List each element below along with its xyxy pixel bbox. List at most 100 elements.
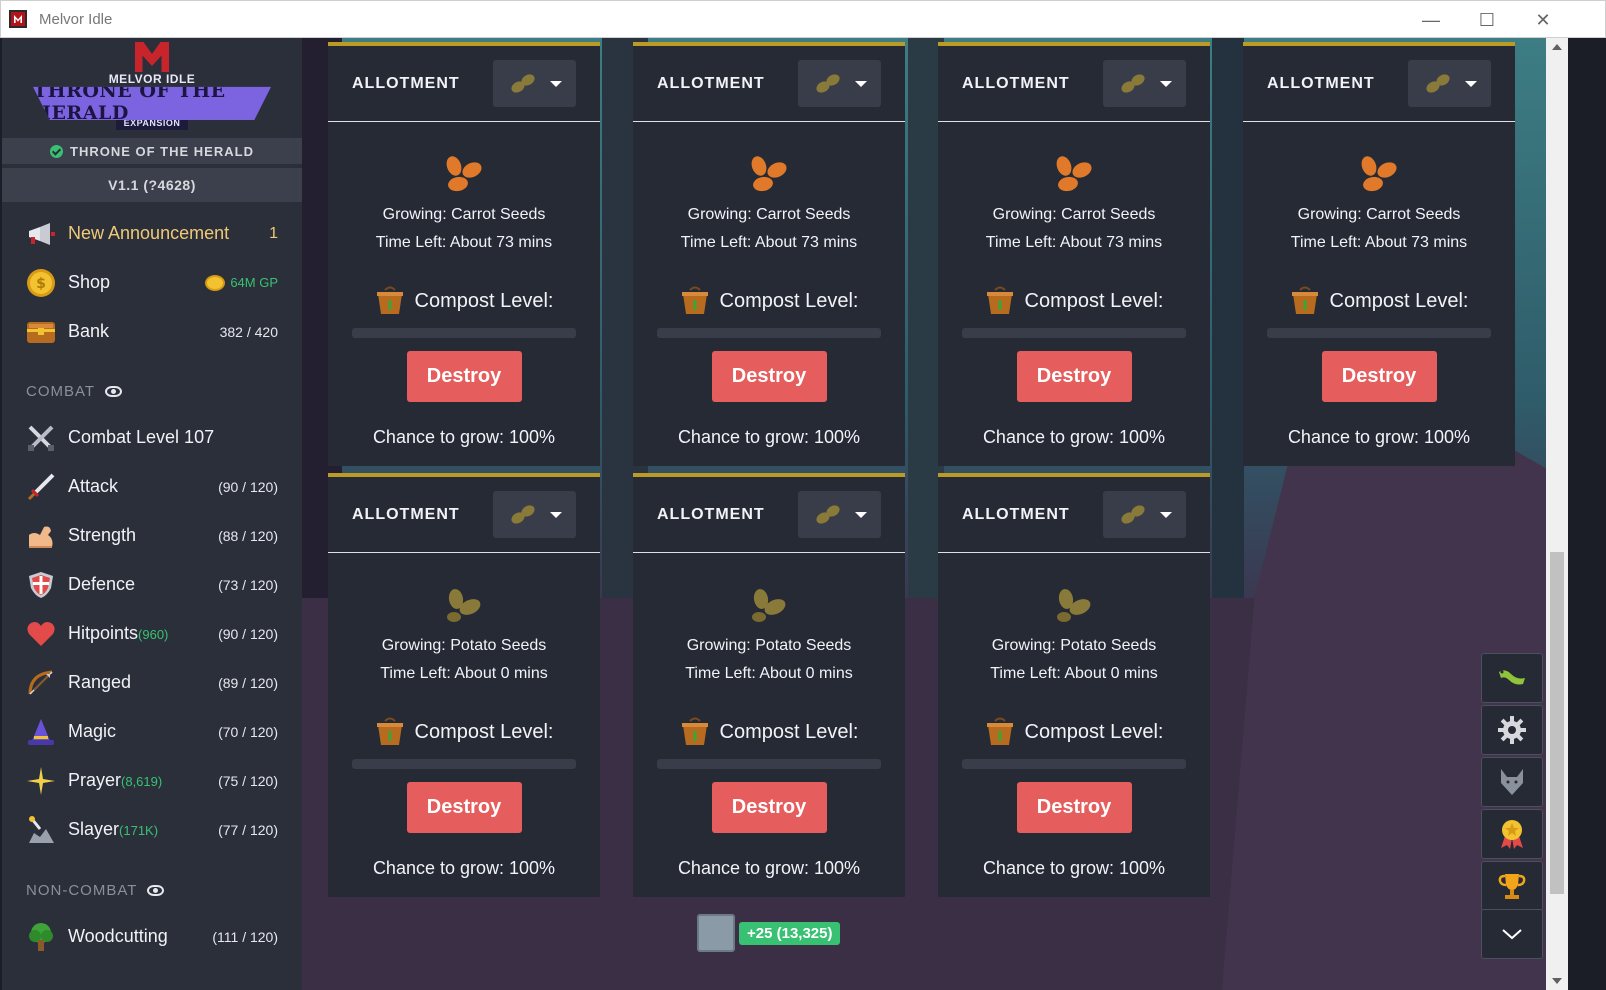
medal-icon: [1501, 820, 1523, 849]
settings-button[interactable]: [1481, 705, 1543, 755]
sidebar: MELVOR IDLE THRONE OF THE HERALD EXPANSI…: [2, 38, 302, 990]
sidebar-item-label: Magic: [68, 721, 117, 741]
sidebar-item-combat[interactable]: Combat Level 107: [2, 413, 302, 462]
logo-banner: THRONE OF THE HERALD: [33, 86, 271, 120]
close-button[interactable]: ✕: [1515, 1, 1571, 39]
svg-text:$: $: [36, 276, 46, 292]
collapse-button[interactable]: [1481, 909, 1543, 959]
seeds-icon: [1120, 73, 1145, 93]
tree-icon: [26, 922, 56, 952]
sidebar-item-value: (89 / 120): [218, 674, 278, 691]
compost-label: Compost Level:: [1329, 289, 1469, 312]
compost-label: Compost Level:: [1024, 289, 1164, 312]
destroy-button[interactable]: Destroy: [711, 782, 827, 833]
sidebar-item-shop[interactable]: $ Shop 64M GP: [2, 258, 302, 307]
time-left-text: Time Left: About 0 mins: [990, 665, 1158, 682]
chance-to-grow: Chance to grow: 100%: [1287, 427, 1471, 447]
trophy-icon: [1498, 874, 1526, 899]
sidebar-item-hitpoints[interactable]: Hitpoints(960) (90 / 120): [2, 609, 302, 658]
compost-progress-bar: [352, 759, 576, 769]
compost-row: Compost Level:: [985, 717, 1163, 747]
compost-label: Compost Level:: [414, 720, 554, 743]
chevron-down-icon: [549, 80, 562, 87]
minimize-button[interactable]: —: [1403, 1, 1459, 39]
chance-to-grow: Chance to grow: 100%: [372, 427, 556, 447]
seed-select-button[interactable]: [1408, 60, 1491, 107]
sidebar-item-value: (111 / 120): [212, 928, 278, 945]
sidebar-item-attack[interactable]: Attack (90 / 120): [2, 462, 302, 511]
potato-seeds-icon: [442, 583, 486, 627]
scroll-down-icon[interactable]: [1552, 978, 1562, 984]
sidebar-item-slayer[interactable]: Slayer(171K) (77 / 120): [2, 805, 302, 854]
sidebar-item-label: Strength: [68, 525, 137, 545]
chevron-down-icon: [1502, 929, 1522, 940]
sidebar-item-value: (75 / 120): [218, 772, 278, 789]
destroy-button[interactable]: Destroy: [1321, 351, 1437, 402]
gold-coins-icon: [205, 274, 226, 291]
combat-section-header[interactable]: COMBAT: [2, 369, 302, 413]
plot-card: ALLOTMENT Growing: Carrot Seeds Time Lef…: [328, 42, 600, 466]
noncombat-section-header[interactable]: NON-COMBAT: [2, 868, 302, 912]
time-left-text: Time Left: About 0 mins: [380, 665, 548, 682]
sidebar-item-label: Hitpoints(960): [68, 623, 218, 644]
plot-body: Growing: Potato Seeds Time Left: About 0…: [938, 553, 1210, 897]
scroll-thumb[interactable]: [1550, 552, 1564, 894]
skill-name: Slayer: [68, 819, 120, 839]
sidebar-item-magic[interactable]: Magic (70 / 120): [2, 707, 302, 756]
maximize-button[interactable]: ☐: [1459, 1, 1515, 39]
scroll-up-icon[interactable]: [1552, 44, 1562, 50]
game-logo[interactable]: MELVOR IDLE THRONE OF THE HERALD EXPANSI…: [2, 38, 302, 138]
wolf-button[interactable]: [1481, 757, 1543, 807]
expansion-status: THRONE OF THE HERALD: [2, 138, 302, 164]
sidebar-item-ranged[interactable]: Ranged (89 / 120): [2, 658, 302, 707]
chance-to-grow: Chance to grow: 100%: [982, 858, 1166, 878]
sidebar-item-defence[interactable]: Defence (73 / 120): [2, 560, 302, 609]
mastery-button[interactable]: [1481, 809, 1543, 859]
seed-select-button[interactable]: [1103, 60, 1186, 107]
achievements-button[interactable]: [1481, 861, 1543, 911]
megaphone-icon: [26, 219, 56, 249]
slayer-icon: [26, 815, 56, 845]
lizard-button[interactable]: [1481, 653, 1543, 703]
chance-to-grow: Chance to grow: 100%: [677, 858, 861, 878]
sidebar-item-strength[interactable]: Strength (88 / 120): [2, 511, 302, 560]
compost-bucket-icon: [1291, 286, 1318, 314]
sidebar-item-woodcutting[interactable]: Woodcutting (111 / 120): [2, 912, 302, 961]
seed-select-button[interactable]: [493, 60, 576, 107]
eye-icon[interactable]: [147, 884, 165, 896]
melvor-crest-icon: [135, 42, 169, 72]
sidebar-item-label: Woodcutting: [68, 926, 168, 946]
sidebar-item-label: Shop: [68, 272, 111, 292]
seed-select-button[interactable]: [1103, 491, 1186, 538]
compost-bucket-icon: [986, 286, 1013, 314]
destroy-button[interactable]: Destroy: [1016, 351, 1132, 402]
sidebar-item-bank[interactable]: Bank 382 / 420: [2, 307, 302, 356]
sidebar-item-prayer[interactable]: Prayer(8,619) (75 / 120): [2, 756, 302, 805]
plot-title: ALLOTMENT: [352, 505, 460, 523]
compost-progress-bar: [962, 759, 1186, 769]
sword-icon: [26, 472, 56, 502]
plot-title: ALLOTMENT: [962, 74, 1070, 92]
chevron-down-icon: [1159, 80, 1172, 87]
growing-text: Growing: Potato Seeds: [686, 637, 852, 654]
seed-select-button[interactable]: [798, 60, 881, 107]
destroy-button[interactable]: Destroy: [406, 351, 522, 402]
plot-body: Growing: Carrot Seeds Time Left: About 7…: [328, 122, 600, 466]
plot-header: ALLOTMENT: [328, 477, 600, 553]
sidebar-item-label: Attack: [68, 476, 119, 496]
growing-text: Growing: Carrot Seeds: [687, 206, 851, 223]
plot-body: Growing: Potato Seeds Time Left: About 0…: [633, 553, 905, 897]
seed-select-button[interactable]: [798, 491, 881, 538]
sidebar-item-announcement[interactable]: New Announcement 1: [2, 209, 302, 258]
destroy-button[interactable]: Destroy: [406, 782, 522, 833]
sidebar-item-value: (90 / 120): [218, 478, 278, 495]
destroy-button[interactable]: Destroy: [711, 351, 827, 402]
seed-select-button[interactable]: [493, 491, 576, 538]
page-scrollbar[interactable]: [1546, 38, 1568, 990]
destroy-button[interactable]: Destroy: [1016, 782, 1132, 833]
growing-text: Growing: Carrot Seeds: [1297, 206, 1461, 223]
plot-body: Growing: Carrot Seeds Time Left: About 7…: [938, 122, 1210, 466]
compost-row: Compost Level:: [375, 717, 554, 747]
seeds-icon: [510, 73, 535, 93]
eye-icon[interactable]: [105, 385, 123, 397]
